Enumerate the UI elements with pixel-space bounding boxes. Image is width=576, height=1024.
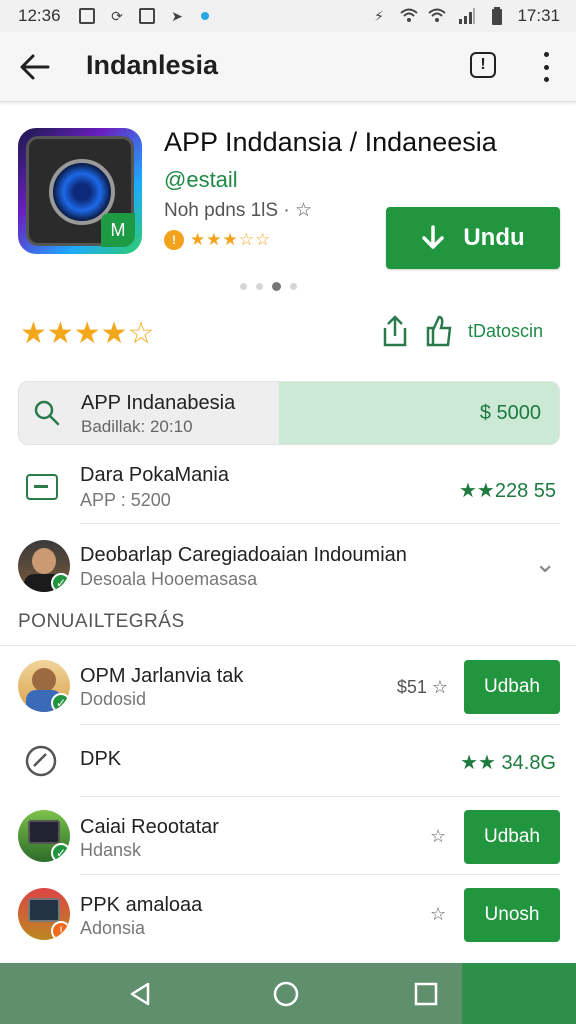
verified-check-icon: ✓: [51, 843, 70, 862]
divider: [80, 796, 560, 797]
list-item-price: $51 ☆: [396, 677, 448, 697]
carousel-indicator[interactable]: [240, 282, 297, 291]
send-icon: ➤: [171, 7, 183, 24]
recents-square-icon[interactable]: [412, 980, 440, 1008]
list-item-subtitle: Dodosid: [80, 689, 147, 709]
carousel-dot: [256, 283, 263, 290]
list-item-value: ★★228 55: [458, 480, 556, 502]
back-triangle-icon[interactable]: [126, 980, 154, 1008]
verified-check-icon: ✓: [51, 573, 70, 592]
image-icon: [78, 7, 96, 25]
list-item-title: Caiai Reootatar: [80, 816, 219, 838]
chevron-down-icon[interactable]: ⌄: [534, 548, 556, 579]
app-developer[interactable]: @estail: [164, 167, 238, 193]
app-meta: Noh pdns 1lS · ☆: [164, 200, 312, 221]
app-rating-stars: ★★★☆☆: [190, 230, 272, 249]
rating-stars[interactable]: ★★★★☆: [20, 316, 154, 351]
share-icon[interactable]: [380, 314, 410, 348]
divider: [80, 724, 560, 725]
badge-icon: !: [51, 921, 70, 940]
search-icon: [34, 400, 60, 426]
avatar: ✓: [18, 540, 70, 592]
update-button[interactable]: Udbah: [464, 810, 560, 864]
update-button[interactable]: Unosh: [464, 888, 560, 942]
sync-icon: ⟳: [111, 7, 123, 24]
more-options-icon[interactable]: [536, 52, 556, 82]
status-bar: 12:36 ⟳ ➤ ⚡ 17:31: [0, 0, 576, 32]
battery-icon: [488, 7, 506, 25]
navigation-bar-accent: [462, 963, 576, 1024]
app-thumbnail: !: [18, 888, 70, 940]
navigation-bar: [0, 963, 576, 1024]
divider: [0, 645, 576, 646]
list-item[interactable]: DPK ★★ 34.8G: [0, 726, 576, 796]
avatar: ✓: [18, 660, 70, 712]
list-item[interactable]: ✓ OPM Jarlanvia tak Dodosid $51 ☆ Udbah: [0, 656, 576, 726]
app-bar: Indanlesia !: [0, 32, 576, 102]
app-thumbnail: ✓: [18, 810, 70, 862]
list-item-subtitle: Hdansk: [80, 840, 142, 860]
carousel-dot: [240, 283, 247, 290]
divider: [80, 523, 560, 524]
signal-icon: [458, 7, 476, 25]
list-item-title: OPM Jarlanvia tak: [80, 665, 244, 687]
carousel-dot: [290, 283, 297, 290]
install-button[interactable]: Undu: [386, 207, 560, 269]
link-icon: [25, 745, 57, 777]
page-title: Indanlesia: [86, 50, 219, 80]
info-icon[interactable]: !: [470, 52, 496, 78]
card-icon: [26, 474, 58, 500]
highlight-row[interactable]: APP Indanabesia Badillak: 20:10 $ 5000: [18, 381, 560, 445]
carousel-dot-active: [272, 282, 281, 291]
dot-icon: [196, 7, 214, 25]
list-item[interactable]: ! PPK amaloaa Adonsia ☆ Unosh: [0, 884, 576, 954]
back-arrow-icon[interactable]: [18, 50, 52, 84]
divider: [80, 874, 560, 875]
star-outline-icon[interactable]: ☆: [430, 826, 446, 847]
status-time-right: 17:31: [517, 6, 560, 25]
highlight-price: $ 5000: [479, 402, 541, 424]
list-item[interactable]: ✓ Caiai Reootatar Hdansk ☆ Udbah: [0, 806, 576, 876]
home-circle-icon[interactable]: [272, 980, 300, 1008]
highlight-title: APP Indanabesia: [81, 392, 236, 414]
list-item-title: DPK: [80, 748, 122, 770]
list-item[interactable]: Dara PokaMania APP : 5200 ★★228 55: [0, 456, 576, 526]
highlight-subtitle: Badillak: 20:10: [81, 417, 193, 436]
list-item-title: PPK amaloaa: [80, 894, 203, 916]
app-icon: M: [18, 128, 142, 254]
list-item[interactable]: ✓ Deobarlap Caregiadoaian Indoumian Deso…: [0, 534, 576, 604]
list-item-subtitle: APP : 5200: [80, 490, 171, 510]
verified-check-icon: ✓: [51, 693, 70, 712]
update-button[interactable]: Udbah: [464, 660, 560, 714]
rating-actions-label: tDatoscin: [468, 320, 544, 341]
wifi-icon: [400, 7, 418, 25]
list-item-title: Dara PokaMania: [80, 464, 229, 486]
wifi-icon: [428, 7, 446, 25]
install-label: Undu: [463, 224, 525, 251]
thumbs-up-icon[interactable]: [424, 314, 454, 348]
nfc-icon: ⚡: [374, 7, 384, 24]
age-rating-icon: !: [164, 230, 184, 250]
status-time-left: 12:36: [18, 6, 61, 25]
list-item-subtitle: Desoala Hooemasasa: [80, 569, 258, 589]
box-icon: [138, 7, 156, 25]
list-item-subtitle: Adonsia: [80, 918, 146, 938]
rating-actions: tDatoscin: [380, 314, 543, 348]
section-label: PONUAILTEGRÁS: [18, 611, 185, 632]
download-icon: [422, 225, 445, 249]
list-item-title: Deobarlap Caregiadoaian Indoumian: [80, 544, 407, 566]
app-badge-icon: M: [101, 213, 135, 247]
list-item-value: ★★ 34.8G: [460, 752, 556, 774]
app-rating-row: ! ★★★☆☆: [164, 229, 271, 251]
app-title: APP Inddansia / Indaneesia: [164, 127, 497, 157]
star-outline-icon[interactable]: ☆: [430, 904, 446, 925]
